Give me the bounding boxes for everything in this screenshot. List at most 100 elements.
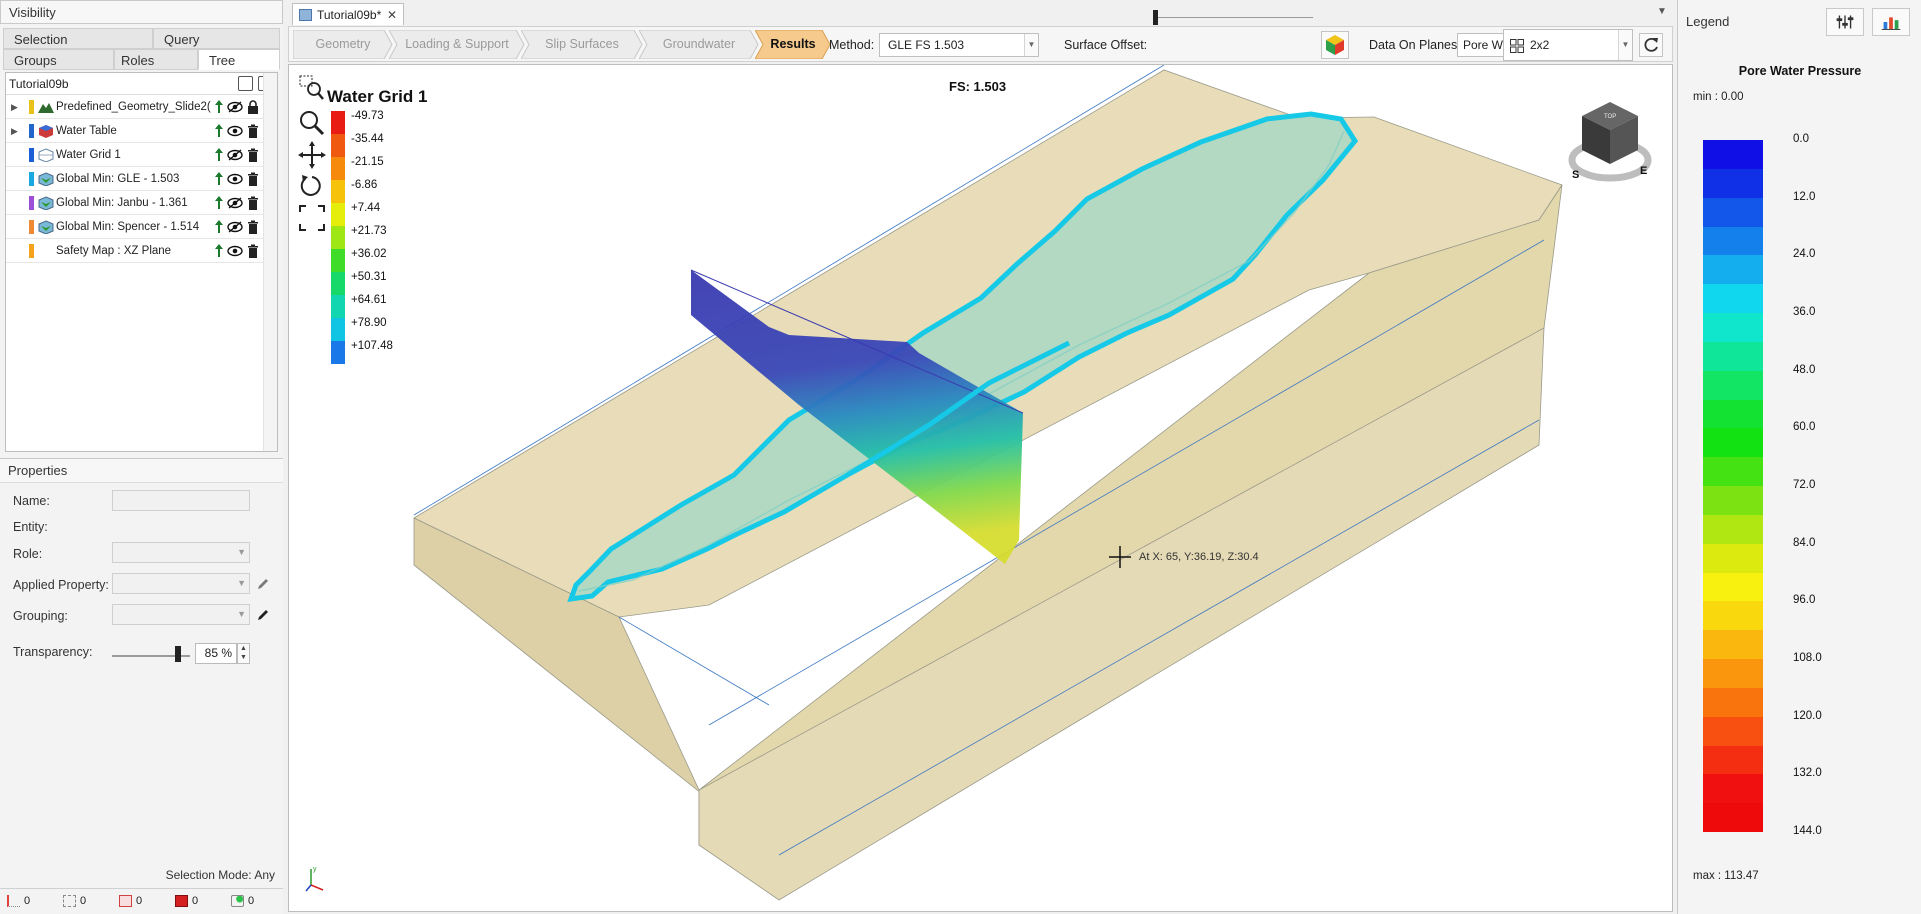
edge-counter[interactable]: 0 xyxy=(60,892,86,910)
apply-filter-icon[interactable] xyxy=(214,172,224,186)
apply-filter-icon[interactable] xyxy=(214,196,224,210)
close-icon[interactable]: ✕ xyxy=(387,4,397,26)
pan-icon[interactable] xyxy=(297,140,327,170)
apply-filter-icon[interactable] xyxy=(214,148,224,162)
solid-counter[interactable]: 0 xyxy=(172,892,198,910)
delete-icon[interactable] xyxy=(247,148,259,162)
tree-row[interactable]: Global Min: Spencer - 1.514 xyxy=(6,215,277,239)
name-input[interactable] xyxy=(112,490,250,511)
eye-hidden-icon[interactable] xyxy=(227,101,243,113)
apply-filter-icon[interactable] xyxy=(214,244,224,258)
layer-color-swatch[interactable] xyxy=(29,124,34,138)
slope-model-scene[interactable] xyxy=(289,65,1673,912)
document-icon xyxy=(299,9,312,21)
workflow-step-geometry[interactable]: Geometry xyxy=(293,30,393,59)
point-counter[interactable]: 0 xyxy=(228,892,254,910)
rotate-icon[interactable] xyxy=(297,171,327,201)
tree-row-label: Water Grid 1 xyxy=(56,149,121,161)
legend-title: Legend xyxy=(1686,14,1730,29)
chevron-down-icon: ▼ xyxy=(237,609,246,619)
lock-icon[interactable] xyxy=(247,100,259,114)
tree-row[interactable]: ▶ Predefined_Geometry_Slide2( xyxy=(6,95,277,119)
delete-icon[interactable] xyxy=(247,172,259,186)
layer-color-swatch[interactable] xyxy=(29,196,34,210)
visibility-tabs: Selection Query Groups Roles Tree xyxy=(3,28,280,72)
workflow-step-results[interactable]: Results xyxy=(755,30,831,59)
data-on-planes-select[interactable]: Pore Wa xyxy=(1457,33,1505,57)
tab-tree[interactable]: Tree xyxy=(198,49,280,70)
tab-roles[interactable]: Roles xyxy=(114,49,198,70)
scale-color-segment xyxy=(331,226,345,249)
tree-row[interactable]: ▶ Water Table xyxy=(6,119,277,143)
3d-viewport[interactable]: Water Grid 1 FS: 1.503 -49.73 -35.44 -21.1… xyxy=(288,64,1673,912)
point-count: 0 xyxy=(248,895,255,907)
workflow-step-label: Slip Surfaces xyxy=(545,37,619,51)
legend-color-segment xyxy=(1703,630,1763,660)
eye-icon[interactable] xyxy=(227,125,243,137)
delete-icon[interactable] xyxy=(247,244,259,258)
tree-row[interactable]: Global Min: GLE - 1.503 xyxy=(6,167,277,191)
legend-color-segment xyxy=(1703,197,1763,227)
compass-e-label: E xyxy=(1640,165,1647,177)
face-count: 0 xyxy=(136,895,143,907)
zoom-icon[interactable] xyxy=(297,108,327,138)
zoom-extents-icon[interactable] xyxy=(297,203,327,233)
eye-icon[interactable] xyxy=(227,173,243,185)
navigation-cube-icon[interactable]: TOP S E xyxy=(1566,92,1654,192)
delete-icon[interactable] xyxy=(247,196,259,210)
transparency-slider-thumb[interactable] xyxy=(175,646,181,662)
eye-hidden-icon[interactable] xyxy=(227,221,243,233)
layer-color-swatch[interactable] xyxy=(29,220,34,234)
expand-all-icon[interactable] xyxy=(238,76,253,91)
terrain-icon xyxy=(38,103,54,113)
surface-offset-slider-thumb[interactable] xyxy=(1153,10,1158,25)
applied-property-select[interactable]: ▼ xyxy=(112,573,250,594)
layer-color-swatch[interactable] xyxy=(29,172,34,186)
name-label: Name: xyxy=(13,494,50,508)
tree-scrollbar[interactable] xyxy=(263,73,277,451)
apply-filter-icon[interactable] xyxy=(214,100,224,114)
vertex-counter[interactable]: 0 xyxy=(4,892,30,910)
edit-grouping-icon[interactable] xyxy=(256,608,270,622)
role-select[interactable]: ▼ xyxy=(112,542,250,563)
apply-filter-icon[interactable] xyxy=(214,124,224,138)
layout-select[interactable]: 2x2 ▼ xyxy=(1503,29,1633,61)
expand-arrow-icon[interactable]: ▶ xyxy=(11,119,19,143)
tab-groups[interactable]: Groups xyxy=(3,49,114,70)
crosshair-cursor-icon xyxy=(1109,546,1131,568)
transparency-spinner[interactable]: ▲ ▼ xyxy=(237,643,250,664)
grouping-select[interactable]: ▼ xyxy=(112,604,250,625)
color-cube-icon[interactable] xyxy=(1321,31,1349,59)
edit-property-icon[interactable] xyxy=(256,577,270,591)
workflow-step-groundwater[interactable]: Groundwater xyxy=(639,30,759,59)
workflow-step-loading-support[interactable]: Loading & Support xyxy=(389,30,525,59)
workflow-step-slip-surfaces[interactable]: Slip Surfaces xyxy=(521,30,643,59)
tree-row[interactable]: Water Grid 1 xyxy=(6,143,277,167)
refresh-icon[interactable] xyxy=(1639,33,1663,57)
zoom-window-icon[interactable] xyxy=(297,73,327,103)
layer-color-swatch[interactable] xyxy=(29,100,34,114)
slip-surface-icon xyxy=(38,172,54,186)
legend-settings-icon[interactable] xyxy=(1826,8,1864,36)
face-counter[interactable]: 0 xyxy=(116,892,142,910)
tab-menu-chevron-icon[interactable]: ▼ xyxy=(1657,6,1667,17)
eye-hidden-icon[interactable] xyxy=(227,197,243,209)
apply-filter-icon[interactable] xyxy=(214,220,224,234)
eye-icon[interactable] xyxy=(227,245,243,257)
method-select[interactable]: GLE FS 1.503 ▼ xyxy=(879,33,1039,57)
layer-color-swatch[interactable] xyxy=(29,148,34,162)
delete-icon[interactable] xyxy=(247,124,259,138)
transparency-input[interactable]: 85 % xyxy=(195,643,237,664)
eye-hidden-icon[interactable] xyxy=(227,149,243,161)
surface-offset-slider-track[interactable] xyxy=(1153,17,1313,18)
legend-chart-icon[interactable] xyxy=(1872,8,1910,36)
tab-selection[interactable]: Selection xyxy=(3,28,153,49)
tree-row[interactable]: Global Min: Janbu - 1.361 xyxy=(6,191,277,215)
tab-query[interactable]: Query xyxy=(153,28,280,49)
layer-color-swatch[interactable] xyxy=(29,244,34,258)
tree-row[interactable]: Safety Map : XZ Plane xyxy=(6,239,277,263)
delete-icon[interactable] xyxy=(247,220,259,234)
expand-arrow-icon[interactable]: ▶ xyxy=(11,95,19,119)
document-tab[interactable]: Tutorial09b* ✕ xyxy=(292,3,404,25)
legend-color-segment xyxy=(1703,716,1763,746)
